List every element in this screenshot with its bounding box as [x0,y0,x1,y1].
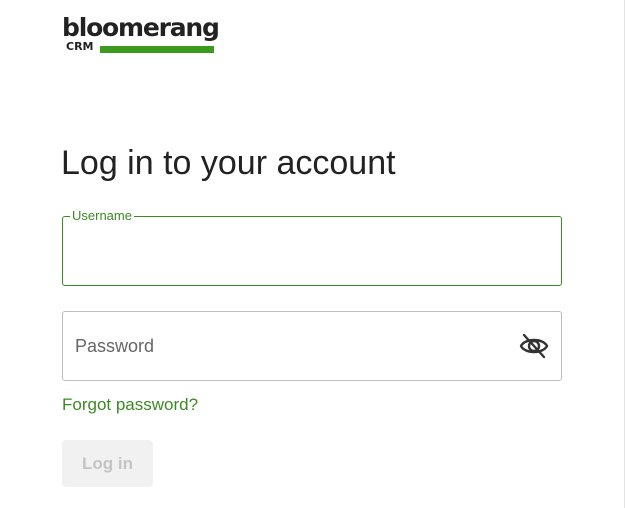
password-input[interactable] [75,312,505,380]
password-field[interactable] [62,311,562,381]
eye-off-icon[interactable] [519,332,549,360]
username-input[interactable] [75,217,505,285]
logo-submark: CRM [66,40,94,53]
forgot-password-link[interactable]: Forgot password? [62,395,198,415]
logo-accent-bar [100,46,214,53]
login-page: bloomerang CRM Log in to your account Us… [0,0,625,508]
username-field[interactable]: Username [62,208,562,286]
page-title: Log in to your account [61,144,396,182]
logo-wordmark: bloomerang [62,13,220,42]
bloomerang-crm-logo: bloomerang CRM [62,14,220,56]
login-button[interactable]: Log in [62,440,153,487]
